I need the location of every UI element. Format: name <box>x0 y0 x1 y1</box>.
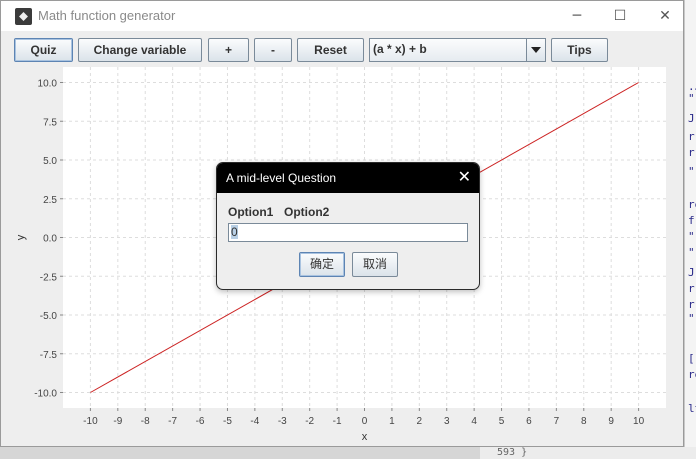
dialog-title-bar: A mid-level Question ✕ <box>217 163 479 193</box>
dialog-close-icon[interactable]: ✕ <box>458 168 471 186</box>
background-code-fragment: " <box>688 246 695 259</box>
background-status-text: 593 } <box>480 447 696 459</box>
background-code-fragment: " <box>688 165 695 178</box>
y-tick-label: 10.0 <box>38 79 58 90</box>
y-tick-label: -2.5 <box>40 272 58 283</box>
background-code-fragment: [] <box>688 352 696 365</box>
y-tick-label: 5.0 <box>43 156 57 167</box>
option2-label: Option2 <box>284 205 330 219</box>
x-tick-label: -3 <box>278 416 287 427</box>
x-tick-label: 5 <box>499 416 505 427</box>
background-code-fragment: " <box>688 92 695 105</box>
answer-input-value: 0 <box>231 225 238 239</box>
background-code-fragment: f <box>688 214 695 227</box>
x-tick-label: -7 <box>168 416 177 427</box>
question-dialog: A mid-level Question ✕ Option1 Option2 0… <box>216 162 480 290</box>
x-tick-label: 7 <box>554 416 560 427</box>
background-code-fragment: J <box>688 266 695 279</box>
y-tick-label: 7.5 <box>43 117 57 128</box>
x-tick-label: 1 <box>389 416 395 427</box>
background-code-fragment: r <box>688 298 695 311</box>
x-tick-label: 6 <box>526 416 532 427</box>
x-tick-label: -9 <box>113 416 122 427</box>
function-select-value: (a * x) + b <box>373 42 427 56</box>
background-code-fragment: " <box>688 230 695 243</box>
minimize-icon[interactable]: ─ <box>562 5 592 27</box>
y-tick-label: -10.0 <box>34 389 57 400</box>
close-icon[interactable]: ✕ <box>650 5 680 27</box>
answer-input[interactable]: 0 <box>228 223 468 242</box>
background-code-fragment: r <box>688 282 695 295</box>
x-tick-label: -8 <box>141 416 150 427</box>
background-code-fragment: re <box>688 198 696 211</box>
x-tick-label: 4 <box>471 416 477 427</box>
change-variable-button[interactable]: Change variable <box>78 38 202 62</box>
y-tick-label: -7.5 <box>40 350 58 361</box>
x-tick-label: -4 <box>250 416 259 427</box>
chevron-down-icon[interactable] <box>526 39 545 61</box>
minus-button[interactable]: - <box>254 38 292 62</box>
dialog-title: A mid-level Question <box>226 171 337 185</box>
background-code-fragment: r <box>688 130 695 143</box>
x-tick-label: -6 <box>196 416 205 427</box>
x-tick-label: 8 <box>581 416 587 427</box>
window-title: Math function generator <box>38 8 176 23</box>
background-code-fragment: lt <box>688 402 696 415</box>
ok-button[interactable]: 确定 <box>299 252 345 277</box>
x-tick-label: 9 <box>608 416 614 427</box>
x-tick-label: -5 <box>223 416 232 427</box>
x-tick-label: 10 <box>633 416 645 427</box>
function-select[interactable]: (a * x) + b <box>369 38 546 62</box>
x-tick-label: -10 <box>83 416 98 427</box>
background-line-number: 593 } <box>497 447 528 458</box>
x-tick-label: -2 <box>305 416 314 427</box>
background-code-fragment: J <box>688 112 695 125</box>
toolbar: Quiz Change variable + - Reset (a * x) +… <box>1 31 683 67</box>
plus-button[interactable]: + <box>208 38 249 62</box>
x-tick-label: 2 <box>417 416 423 427</box>
quiz-button[interactable]: Quiz <box>14 38 73 62</box>
maximize-icon[interactable]: ☐ <box>605 5 635 27</box>
y-tick-label: 0.0 <box>43 234 57 245</box>
cancel-button[interactable]: 取消 <box>352 252 398 277</box>
title-bar: Math function generator ─ ☐ ✕ <box>1 1 683 31</box>
x-tick-label: 0 <box>362 416 368 427</box>
option1-label: Option1 <box>228 205 274 219</box>
background-code-editor: .J"Jrr"ref""Jrr"[]relt <box>684 0 696 459</box>
background-code-fragment: re <box>688 368 696 381</box>
tips-button[interactable]: Tips <box>551 38 608 62</box>
x-tick-label: 3 <box>444 416 450 427</box>
x-tick-label: -1 <box>333 416 342 427</box>
y-tick-label: -5.0 <box>40 311 58 322</box>
background-code-fragment: r <box>688 146 695 159</box>
java-app-icon <box>15 8 32 25</box>
y-tick-label: 2.5 <box>43 195 57 206</box>
y-axis-label: y <box>15 234 27 240</box>
reset-button[interactable]: Reset <box>297 38 364 62</box>
background-code-fragment: " <box>688 312 695 325</box>
x-axis-label: x <box>362 431 368 443</box>
